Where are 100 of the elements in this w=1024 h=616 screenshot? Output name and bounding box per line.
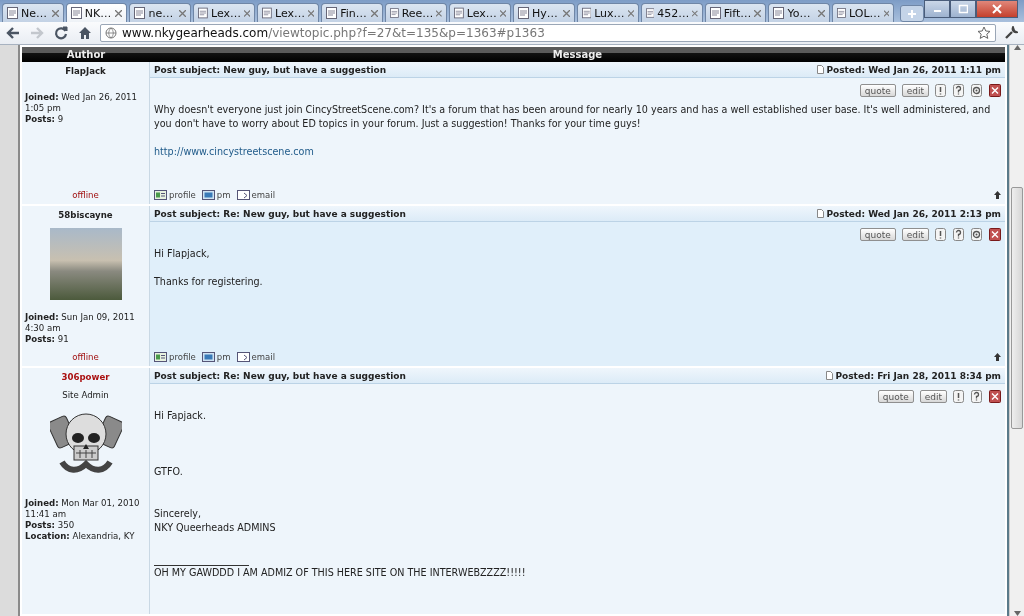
edit-button[interactable]: edit: [901, 84, 929, 97]
reload-button[interactable]: [52, 24, 70, 42]
envelope-icon: [236, 190, 250, 200]
target-icon: [971, 84, 983, 97]
ip-button[interactable]: [971, 228, 983, 241]
question-icon: [971, 390, 983, 403]
document-icon: [826, 371, 834, 380]
post-date: Posted: Wed Jan 26, 2011 1:11 pm: [826, 64, 1001, 75]
globe-icon: [105, 27, 117, 39]
user-detail: Joined: Wed Jan 26, 2011 1:05 pm: [25, 92, 139, 114]
info-button[interactable]: [953, 228, 965, 241]
close-icon[interactable]: [308, 9, 315, 17]
online-status: offline: [72, 190, 99, 200]
browser-tab[interactable]: Lex…: [193, 3, 256, 22]
close-icon[interactable]: [179, 9, 187, 17]
quote-button[interactable]: quote: [877, 390, 914, 403]
new-tab-button[interactable]: [900, 5, 925, 22]
minimize-button[interactable]: [924, 0, 951, 18]
close-icon[interactable]: [499, 9, 506, 17]
browser-tab[interactable]: Lex…: [257, 3, 320, 22]
close-icon[interactable]: [883, 9, 890, 17]
target-icon: [971, 228, 983, 241]
profile-button[interactable]: profile: [154, 190, 196, 200]
quote-button[interactable]: quote: [859, 228, 896, 241]
post-text: Hi Flapjack, Thanks for registering.: [154, 247, 264, 289]
close-icon[interactable]: [436, 9, 442, 17]
browser-tab[interactable]: NK…: [65, 3, 128, 22]
star-icon[interactable]: [977, 26, 991, 40]
browser-tab[interactable]: Yo…: [768, 3, 831, 22]
delete-button[interactable]: [989, 390, 1001, 403]
maximize-button[interactable]: [950, 0, 977, 18]
delete-button[interactable]: [989, 228, 1001, 241]
close-icon: [992, 4, 1003, 14]
address-bar[interactable]: www.nkygearheads.com/viewtopic.php?f=27&t=135&p=1363#p1363: [100, 24, 996, 42]
email-button[interactable]: email: [236, 190, 275, 200]
close-icon[interactable]: [370, 9, 378, 17]
exclamation-icon: [935, 228, 947, 241]
page-icon: [709, 7, 721, 19]
exclamation-icon: [953, 390, 965, 403]
browser-tab[interactable]: Ne…: [2, 3, 64, 22]
close-icon[interactable]: [818, 9, 826, 17]
page-icon: [453, 7, 464, 19]
browser-tab[interactable]: Ree…: [384, 3, 447, 22]
delete-button[interactable]: [989, 84, 1001, 97]
arrow-up-icon[interactable]: [994, 353, 1001, 361]
email-button[interactable]: email: [236, 352, 275, 362]
close-button[interactable]: [976, 0, 1019, 18]
profile-button[interactable]: profile: [154, 352, 196, 362]
info-button[interactable]: [971, 390, 983, 403]
user-detail: Joined: Sun Jan 09, 2011 4:30 am: [25, 312, 136, 334]
wrench-icon: [1004, 26, 1018, 40]
edit-button[interactable]: edit: [919, 390, 947, 403]
page-icon: [581, 7, 592, 19]
quote-button[interactable]: quote: [859, 84, 896, 97]
browser-tab[interactable]: Fin…: [321, 3, 383, 22]
browser-tab[interactable]: Fift…: [704, 3, 767, 22]
info-button[interactable]: [953, 84, 965, 97]
browser-tab[interactable]: Lux…: [576, 3, 639, 22]
author-name[interactable]: 58biscayne: [58, 210, 113, 220]
monitor-icon: [201, 190, 215, 200]
close-icon[interactable]: [244, 9, 251, 17]
scrollbar[interactable]: [1009, 45, 1024, 616]
user-detail: Posts: 91: [25, 334, 70, 345]
scrollbar-thumb[interactable]: [1011, 187, 1023, 429]
browser-tab[interactable]: Lex…: [448, 3, 511, 22]
ip-button[interactable]: [971, 84, 983, 97]
close-icon: [989, 390, 1001, 403]
close-icon[interactable]: [51, 9, 59, 17]
page-icon: [773, 7, 785, 19]
column-header: Message: [552, 49, 603, 60]
post-link[interactable]: http://www.cincystreetscene.com: [154, 145, 314, 159]
user-detail: Location: Alexandria, KY: [25, 531, 136, 542]
browser-tab[interactable]: 452…: [640, 3, 703, 22]
id-card-icon: [154, 352, 167, 362]
report-button[interactable]: [935, 84, 947, 97]
close-icon[interactable]: [754, 9, 762, 17]
browser-tab[interactable]: Hy…: [512, 3, 575, 22]
close-icon[interactable]: [562, 9, 570, 17]
user-rank: Site Admin: [62, 390, 109, 400]
pm-button[interactable]: pm: [201, 190, 231, 200]
author-name[interactable]: FlapJack: [65, 66, 106, 76]
author-name[interactable]: 306power: [61, 372, 110, 382]
close-icon: [989, 228, 1001, 241]
arrow-left-icon: [5, 25, 21, 41]
page-icon: [517, 7, 529, 19]
page-icon: [645, 7, 655, 19]
close-icon[interactable]: [627, 9, 634, 17]
maximize-icon: [958, 4, 969, 14]
arrow-up-icon[interactable]: [994, 191, 1001, 199]
browser-tab[interactable]: LOL…: [832, 3, 895, 22]
close-icon[interactable]: [692, 9, 698, 17]
page-icon: [70, 7, 82, 19]
post-subject: Post subject: Re: New guy, but have a suggestion: [154, 208, 406, 219]
edit-button[interactable]: edit: [901, 228, 929, 241]
post-subject: Post subject: New guy, but have a suggestion: [154, 64, 387, 75]
report-button[interactable]: [935, 228, 947, 241]
close-icon[interactable]: [115, 9, 123, 17]
pm-button[interactable]: pm: [201, 352, 231, 362]
report-button[interactable]: [953, 390, 965, 403]
browser-tab[interactable]: ne…: [129, 3, 192, 22]
